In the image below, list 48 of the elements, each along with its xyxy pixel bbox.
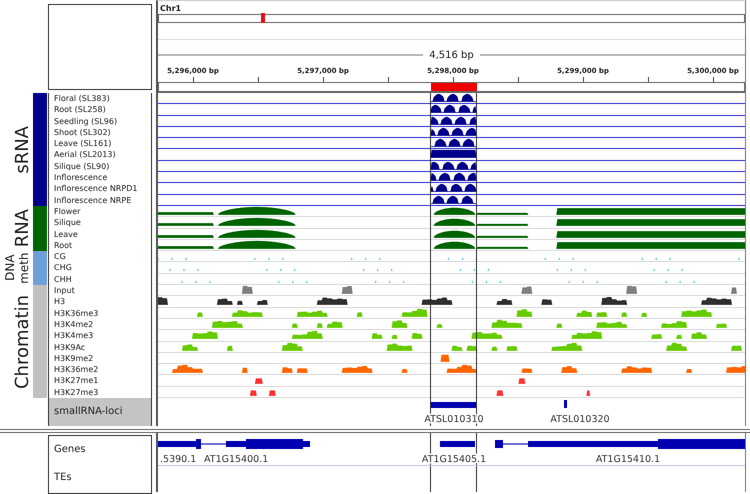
track-name[interactable]: Root (SL258) [49, 104, 151, 116]
track-name[interactable]: Leave (SL161) [49, 138, 151, 150]
track-name[interactable]: Input [49, 285, 151, 296]
track-name[interactable]: CHH [49, 274, 151, 286]
position-marker [261, 13, 265, 23]
track-name[interactable]: CHG [49, 262, 151, 274]
track-name[interactable]: Silique [49, 217, 151, 229]
track-name[interactable]: H3K9me2 [49, 352, 151, 364]
gene-label: AT1G15400.1 [204, 454, 268, 466]
track-name[interactable]: H3K36me3 [49, 308, 151, 319]
track-group-label: DNA meth [3, 251, 31, 286]
span-label: 4,516 bp [423, 50, 480, 60]
track-name[interactable]: Inflorescence NRPD1 [49, 183, 151, 195]
track-name[interactable]: CG [49, 251, 151, 262]
track-name[interactable]: H3 [49, 296, 151, 308]
locus-feature[interactable] [431, 402, 476, 408]
locus-label: ATSL010320 [550, 414, 610, 426]
track-name[interactable]: Flower [49, 206, 151, 218]
track-group-label: Chromatin [14, 294, 31, 389]
track-group-label: sRNA [14, 126, 31, 174]
track-name[interactable]: Shoot (SL302) [49, 126, 151, 138]
track-name[interactable]: Silique (SL90) [49, 160, 151, 172]
track-name[interactable]: H3K9Ac [49, 342, 151, 353]
track-name[interactable]: Floral (SL383) [49, 93, 151, 104]
gene-model[interactable] [495, 439, 745, 450]
chromosome-name: Chr1 [160, 4, 182, 13]
track-name[interactable]: Seedling (SL96) [49, 116, 151, 127]
track-group-label: RNA [14, 209, 31, 248]
track-name[interactable]: Genes [49, 436, 151, 464]
track-name[interactable]: Root [49, 240, 151, 252]
track-name[interactable]: TEs [49, 464, 151, 492]
gene-label: AT1G15410.1 [596, 454, 660, 466]
gene-model[interactable] [200, 439, 310, 450]
track-name[interactable]: Leave [49, 228, 151, 240]
track-name[interactable]: Inflorescence [49, 172, 151, 184]
gene-label: .5390.1 [160, 454, 196, 466]
gene-model[interactable] [158, 439, 201, 450]
track-name[interactable]: H3K27me3 [49, 386, 151, 398]
track-name[interactable]: smallRNA-loci [49, 398, 151, 426]
track-name[interactable]: H3K4me2 [49, 318, 151, 330]
gene-model[interactable] [440, 441, 475, 448]
track-name[interactable]: Aerial (SL2013) [49, 149, 151, 161]
track-name[interactable]: Inflorescence NRPE [49, 194, 151, 206]
region-marker[interactable] [431, 83, 477, 91]
track-name[interactable]: H3K36me2 [49, 364, 151, 376]
track-name[interactable]: H3K4me3 [49, 330, 151, 342]
track-name[interactable]: H3K27me1 [49, 375, 151, 387]
locus-feature[interactable] [564, 400, 567, 408]
